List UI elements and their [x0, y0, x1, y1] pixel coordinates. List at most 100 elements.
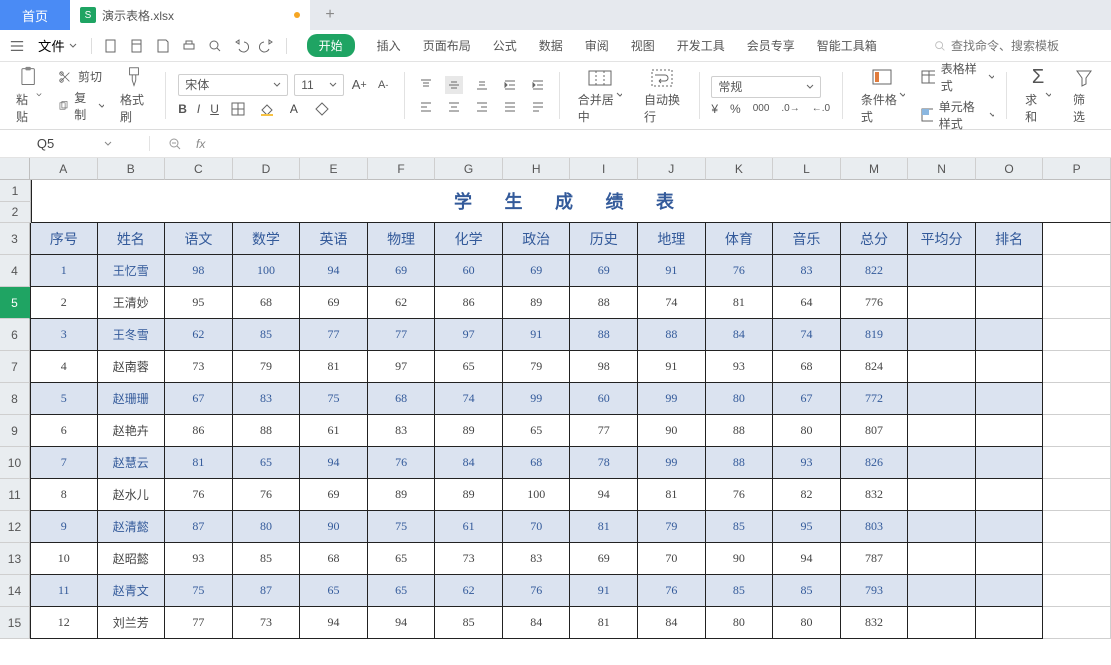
cell[interactable]: 60 — [435, 255, 503, 287]
align-center-icon[interactable] — [445, 98, 463, 116]
cell[interactable] — [976, 447, 1044, 479]
cell[interactable]: 赵南蓉 — [98, 351, 166, 383]
redo-icon[interactable] — [258, 37, 276, 55]
cell[interactable]: 赵艳卉 — [98, 415, 166, 447]
cell[interactable]: 65 — [368, 575, 436, 607]
cell[interactable]: 93 — [165, 543, 233, 575]
cell[interactable]: 69 — [570, 543, 638, 575]
menu-start[interactable]: 开始 — [307, 34, 355, 57]
cell[interactable] — [908, 319, 976, 351]
cell[interactable]: 819 — [841, 319, 909, 351]
cell[interactable]: 84 — [638, 607, 706, 639]
col-head-M[interactable]: M — [841, 158, 909, 180]
cell[interactable] — [976, 575, 1044, 607]
align-right-icon[interactable] — [473, 98, 491, 116]
cell[interactable] — [976, 351, 1044, 383]
cell[interactable]: 65 — [503, 415, 571, 447]
font-name-select[interactable]: 宋体 — [178, 74, 288, 96]
cell[interactable]: 王忆雪 — [98, 255, 166, 287]
cell[interactable]: 832 — [841, 479, 909, 511]
cell[interactable]: 62 — [435, 575, 503, 607]
cell[interactable]: 787 — [841, 543, 909, 575]
menu-icon[interactable] — [10, 39, 24, 53]
cell[interactable]: 832 — [841, 607, 909, 639]
cell[interactable]: 75 — [165, 575, 233, 607]
cell[interactable]: 85 — [706, 575, 774, 607]
cell[interactable]: 75 — [368, 511, 436, 543]
tab-file[interactable]: S 演示表格.xlsx — [70, 0, 310, 30]
cell[interactable] — [976, 383, 1044, 415]
cell[interactable]: 99 — [638, 383, 706, 415]
row-head-10[interactable]: 10 — [0, 447, 30, 479]
cell[interactable]: 70 — [503, 511, 571, 543]
cell[interactable]: 91 — [503, 319, 571, 351]
row-head-5[interactable]: 5 — [0, 287, 30, 319]
cell[interactable] — [908, 351, 976, 383]
menu-insert[interactable]: 插入 — [377, 37, 401, 54]
new-doc-icon[interactable] — [102, 37, 120, 55]
cell[interactable]: 826 — [841, 447, 909, 479]
currency-icon[interactable]: ¥ — [711, 102, 718, 116]
col-head-G[interactable]: G — [435, 158, 503, 180]
cell[interactable]: 6 — [30, 415, 98, 447]
cell[interactable]: 69 — [503, 255, 571, 287]
undo-icon[interactable] — [232, 37, 250, 55]
indent-inc-icon[interactable] — [529, 76, 547, 94]
cell[interactable]: 85 — [435, 607, 503, 639]
cell[interactable]: 86 — [165, 415, 233, 447]
cell[interactable]: 65 — [233, 447, 301, 479]
cell[interactable] — [908, 415, 976, 447]
cell[interactable]: 76 — [503, 575, 571, 607]
cut-button[interactable]: 剪切 — [58, 68, 104, 85]
col-head-A[interactable]: A — [30, 158, 98, 180]
row-head-15[interactable]: 15 — [0, 607, 30, 639]
cell[interactable]: 793 — [841, 575, 909, 607]
menu-vip[interactable]: 会员专享 — [747, 37, 795, 54]
copy-button[interactable]: 复制 — [58, 89, 104, 123]
cell[interactable]: 91 — [638, 351, 706, 383]
col-head-F[interactable]: F — [368, 158, 436, 180]
cell[interactable]: 85 — [233, 543, 301, 575]
search-input[interactable] — [951, 39, 1101, 53]
cell[interactable] — [908, 255, 976, 287]
col-head-P[interactable]: P — [1043, 158, 1111, 180]
cell[interactable] — [908, 479, 976, 511]
cell[interactable] — [976, 255, 1044, 287]
print-icon[interactable] — [180, 37, 198, 55]
font-grow-icon[interactable]: A+ — [350, 76, 368, 94]
cell[interactable]: 94 — [300, 607, 368, 639]
cell[interactable]: 807 — [841, 415, 909, 447]
cell[interactable]: 87 — [233, 575, 301, 607]
cell[interactable]: 王冬雪 — [98, 319, 166, 351]
row-head-6[interactable]: 6 — [0, 319, 30, 351]
cell[interactable]: 88 — [570, 319, 638, 351]
name-box[interactable]: Q5 — [37, 136, 54, 151]
cell[interactable]: 94 — [368, 607, 436, 639]
cell[interactable] — [976, 415, 1044, 447]
justify-icon[interactable] — [501, 98, 519, 116]
cell[interactable] — [976, 511, 1044, 543]
number-format-select[interactable]: 常规 — [711, 76, 821, 98]
cell[interactable]: 68 — [503, 447, 571, 479]
cell[interactable]: 61 — [300, 415, 368, 447]
cell[interactable] — [976, 319, 1044, 351]
cell[interactable]: 69 — [570, 255, 638, 287]
underline-button[interactable]: U — [210, 102, 219, 116]
row-head-11[interactable]: 11 — [0, 479, 30, 511]
cell-style-button[interactable]: 单元格样式 — [921, 98, 994, 132]
menu-review[interactable]: 审阅 — [585, 37, 609, 54]
row-head-14[interactable]: 14 — [0, 575, 30, 607]
cell[interactable]: 98 — [165, 255, 233, 287]
cell[interactable]: 11 — [30, 575, 98, 607]
cell[interactable]: 76 — [368, 447, 436, 479]
align-left-icon[interactable] — [417, 98, 435, 116]
cell[interactable] — [908, 511, 976, 543]
cell[interactable]: 88 — [706, 415, 774, 447]
cell[interactable]: 60 — [570, 383, 638, 415]
cell[interactable]: 88 — [638, 319, 706, 351]
cell[interactable]: 822 — [841, 255, 909, 287]
cell[interactable]: 803 — [841, 511, 909, 543]
diamond-icon[interactable] — [313, 100, 331, 118]
cell[interactable]: 776 — [841, 287, 909, 319]
cell[interactable]: 90 — [638, 415, 706, 447]
